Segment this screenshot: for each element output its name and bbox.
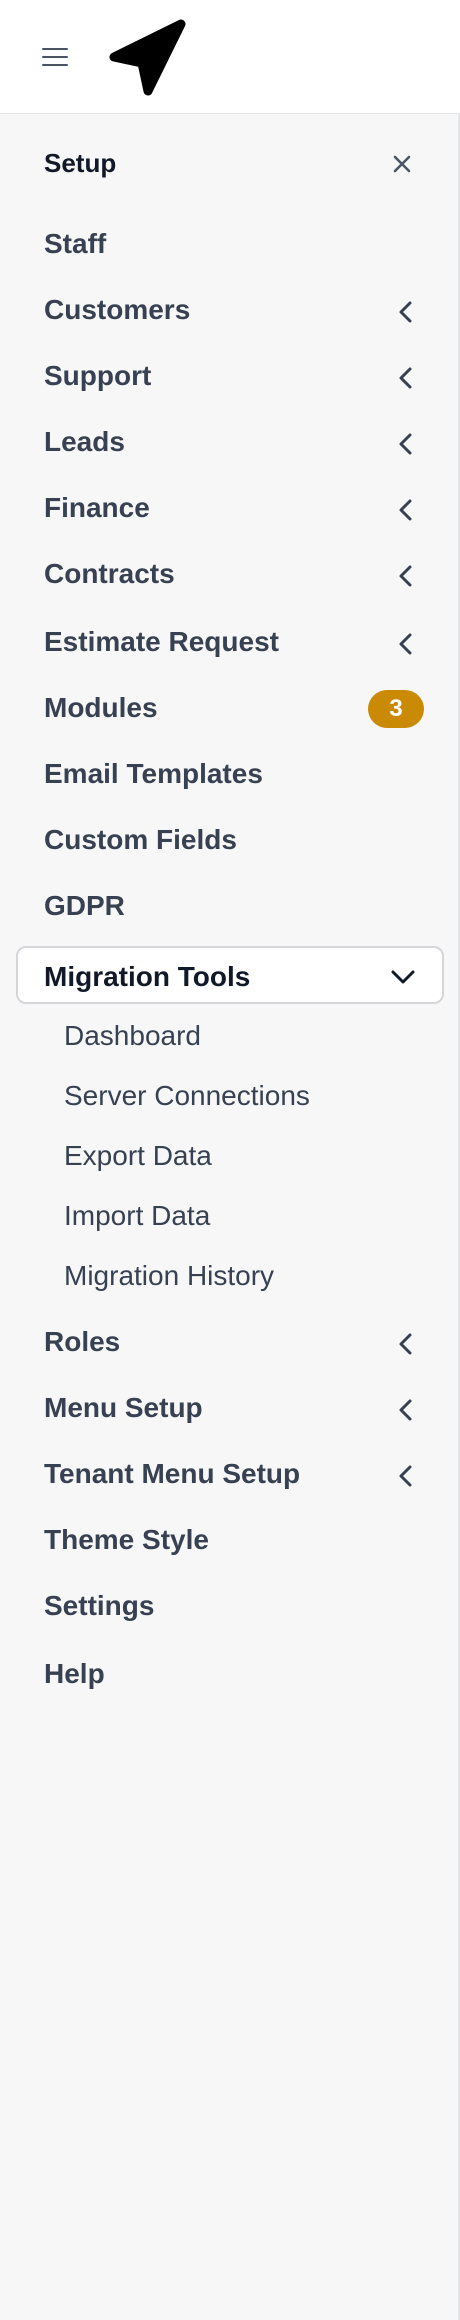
sidebar-item-label: Leads	[44, 426, 125, 457]
sidebar-item-label: Tenant Menu Setup	[44, 1458, 301, 1489]
sidebar-item-label: GDPR	[44, 890, 125, 921]
top-bar	[0, 0, 460, 114]
sidebar-item-label: Migration Tools	[44, 961, 251, 992]
sidebar-item-label: Settings	[44, 1590, 155, 1621]
submenu-item-export-data[interactable]: Export Data	[64, 1134, 420, 1176]
submenu-item-label: Dashboard	[64, 1020, 201, 1051]
chevron-left-icon	[399, 1465, 412, 1487]
sidebar-item-label: Email Templates	[44, 758, 263, 789]
chevron-left-icon	[399, 367, 412, 389]
sidebar-item-gdpr[interactable]: GDPR	[44, 884, 420, 928]
sidebar-item-email-templates[interactable]: Email Templates	[44, 752, 420, 796]
sidebar-item-modules[interactable]: Modules 3	[44, 686, 424, 730]
submenu-item-migration-history[interactable]: Migration History	[64, 1254, 420, 1296]
submenu-item-server-connections[interactable]: Server Connections	[64, 1074, 420, 1116]
chevron-left-icon	[399, 565, 412, 587]
submenu-item-import-data[interactable]: Import Data	[64, 1194, 420, 1236]
chevron-left-icon	[399, 499, 412, 521]
submenu-item-dashboard[interactable]: Dashboard	[64, 1014, 420, 1056]
sidebar-item-label: Finance	[44, 492, 150, 523]
sidebar-item-estimate-request[interactable]: Estimate Request	[44, 620, 420, 664]
sidebar-item-label: Customers	[44, 294, 191, 325]
sidebar-item-label: Modules	[44, 692, 158, 723]
sidebar-header: Setup	[44, 144, 420, 184]
chevron-down-icon	[391, 970, 415, 984]
chevron-left-icon	[399, 1333, 412, 1355]
sidebar-item-label: Contracts	[44, 558, 175, 589]
sidebar-item-label: Theme Style	[44, 1524, 209, 1555]
hamburger-menu-icon[interactable]	[40, 44, 72, 68]
sidebar-item-roles[interactable]: Roles	[44, 1320, 420, 1364]
sidebar-item-migration-tools[interactable]: Migration Tools	[16, 946, 444, 1004]
chevron-left-icon	[399, 633, 412, 655]
submenu-item-label: Import Data	[64, 1200, 211, 1231]
sidebar-item-label: Help	[44, 1658, 105, 1689]
sidebar-item-support[interactable]: Support	[44, 354, 420, 398]
submenu-item-label: Migration History	[64, 1260, 275, 1291]
sidebar-item-theme-style[interactable]: Theme Style	[44, 1518, 420, 1562]
chevron-left-icon	[399, 301, 412, 323]
submenu-item-label: Export Data	[64, 1140, 212, 1171]
count-badge: 3	[368, 690, 424, 728]
sidebar-item-settings[interactable]: Settings	[44, 1584, 420, 1628]
sidebar-item-label: Support	[44, 360, 152, 391]
sidebar-item-finance[interactable]: Finance	[44, 486, 420, 530]
sidebar-item-custom-fields[interactable]: Custom Fields	[44, 818, 420, 862]
sidebar-item-label: Menu Setup	[44, 1392, 203, 1423]
sidebar-item-label: Custom Fields	[44, 824, 237, 855]
sidebar-item-label: Roles	[44, 1326, 121, 1357]
setup-sidebar: Setup Staff Customers Support Leads Fina…	[0, 114, 460, 2320]
sidebar-item-help[interactable]: Help	[44, 1652, 420, 1696]
sidebar-item-staff[interactable]: Staff	[44, 222, 420, 266]
sidebar-item-menu-setup[interactable]: Menu Setup	[44, 1386, 420, 1430]
sidebar-item-label: Staff	[44, 228, 107, 259]
setup-title: Setup	[44, 148, 117, 178]
sidebar-item-tenant-menu-setup[interactable]: Tenant Menu Setup	[44, 1452, 420, 1496]
sidebar-item-label: Estimate Request	[44, 626, 279, 657]
sidebar-item-leads[interactable]: Leads	[44, 420, 420, 464]
sidebar-item-customers[interactable]: Customers	[44, 288, 420, 332]
close-icon[interactable]	[384, 146, 420, 182]
submenu-item-label: Server Connections	[64, 1080, 310, 1111]
sidebar-item-contracts[interactable]: Contracts	[44, 552, 420, 596]
navigation-arrow-logo[interactable]	[108, 18, 188, 98]
chevron-left-icon	[399, 1399, 412, 1421]
chevron-left-icon	[399, 433, 412, 455]
